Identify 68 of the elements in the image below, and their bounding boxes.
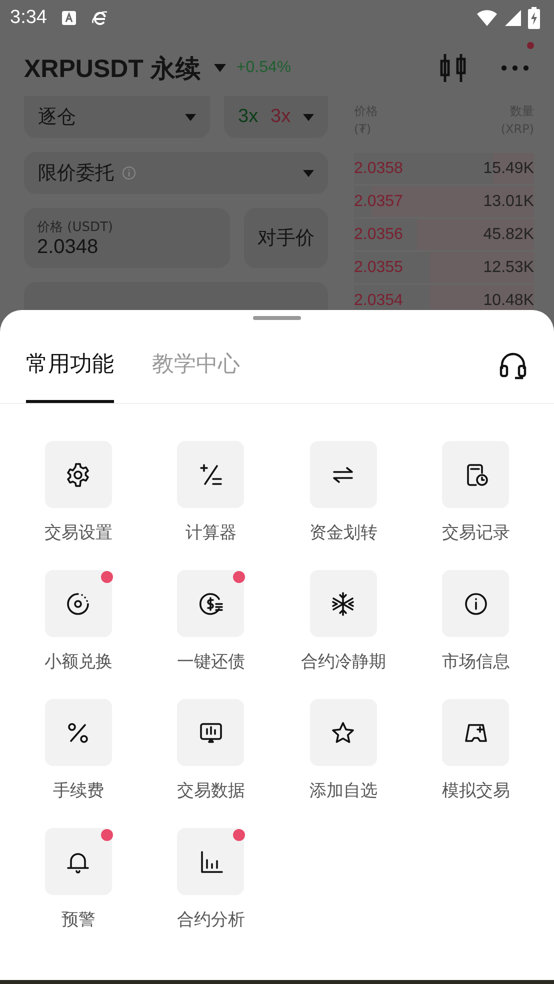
- feature-label: 合约冷静期: [300, 651, 386, 673]
- margin-mode-dropdown[interactable]: 逐仓: [24, 96, 210, 138]
- feature-tile[interactable]: [177, 699, 244, 766]
- feature-tile[interactable]: [442, 699, 510, 766]
- feature-tile[interactable]: [442, 441, 510, 508]
- feature-label: 一键还债: [176, 651, 245, 673]
- ask-quantity: 15.49K: [483, 160, 534, 178]
- feature-tile[interactable]: [310, 699, 377, 766]
- feature-label: 市场信息: [442, 651, 510, 673]
- feature-label: 手续费: [52, 780, 104, 802]
- ask-price: 2.0356: [354, 226, 403, 244]
- ask-price: 2.0354: [354, 292, 403, 310]
- feature-tile[interactable]: [310, 570, 377, 637]
- feature-label: 交易数据: [176, 780, 245, 802]
- signal-icon: [504, 9, 522, 27]
- feature-tile[interactable]: [442, 570, 510, 637]
- status-time: 3:34: [10, 7, 47, 29]
- feature-tile[interactable]: [44, 699, 112, 766]
- feature-tile[interactable]: [177, 441, 244, 508]
- feature-tile[interactable]: [310, 441, 377, 508]
- notification-dot: [100, 829, 113, 841]
- feature-tile[interactable]: [44, 441, 112, 508]
- ask-quantity: 45.82K: [483, 226, 534, 244]
- notification-dot: [233, 571, 246, 583]
- price-field[interactable]: 价格 (USDT) 2.0348: [24, 208, 230, 268]
- counter-price-button[interactable]: 对手价: [244, 208, 328, 268]
- caret-icon: [303, 170, 314, 176]
- drag-handle[interactable]: [253, 316, 301, 320]
- battery-icon: [528, 7, 540, 29]
- caret-icon: [185, 114, 196, 120]
- tab[interactable]: 常用功能: [26, 328, 114, 403]
- feature-label: 资金划转: [309, 522, 378, 544]
- caret-icon: [303, 114, 314, 120]
- candlestick-icon[interactable]: [440, 52, 466, 84]
- tab[interactable]: 教学中心: [152, 328, 240, 403]
- feature-label: 小额兑换: [44, 651, 112, 673]
- quantity-field[interactable]: [24, 282, 328, 310]
- order-type-dropdown[interactable]: 限价委托: [24, 152, 328, 194]
- symbol-title[interactable]: XRPUSDT 永续: [24, 52, 200, 84]
- price-unit: (₮): [354, 121, 372, 138]
- notification-dot: [233, 829, 246, 841]
- feature-label: 预警: [61, 909, 96, 931]
- feature-label: 添加自选: [309, 780, 378, 802]
- caret-icon[interactable]: [214, 64, 226, 72]
- browser-icon: [90, 9, 109, 27]
- feature-label: 计算器: [185, 522, 236, 544]
- feature-label: 交易设置: [44, 522, 112, 544]
- price-change: +0.54%: [236, 59, 292, 77]
- ask-price: 2.0357: [354, 192, 403, 210]
- ask-quantity: 12.53K: [483, 258, 534, 276]
- feature-tile[interactable]: [44, 570, 112, 637]
- headset-icon[interactable]: [498, 350, 528, 380]
- feature-tile[interactable]: [177, 570, 244, 637]
- ask-price: 2.0355: [354, 258, 403, 276]
- keyboard-icon: [60, 10, 77, 26]
- more-icon[interactable]: [500, 64, 530, 72]
- ask-price: 2.0358: [354, 160, 403, 178]
- feature-tile[interactable]: [44, 828, 112, 895]
- feature-tile[interactable]: [177, 828, 244, 895]
- ask-quantity: 13.01K: [483, 192, 534, 210]
- feature-label: 合约分析: [176, 909, 245, 931]
- ask-quantity: 10.48K: [483, 292, 534, 310]
- notification-dot: [100, 571, 113, 583]
- wifi-icon: [476, 9, 498, 27]
- leverage-dropdown[interactable]: 3x 3x: [224, 96, 328, 138]
- info-icon: [122, 166, 136, 180]
- feature-label: 交易记录: [442, 522, 510, 544]
- feature-label: 模拟交易: [442, 780, 510, 802]
